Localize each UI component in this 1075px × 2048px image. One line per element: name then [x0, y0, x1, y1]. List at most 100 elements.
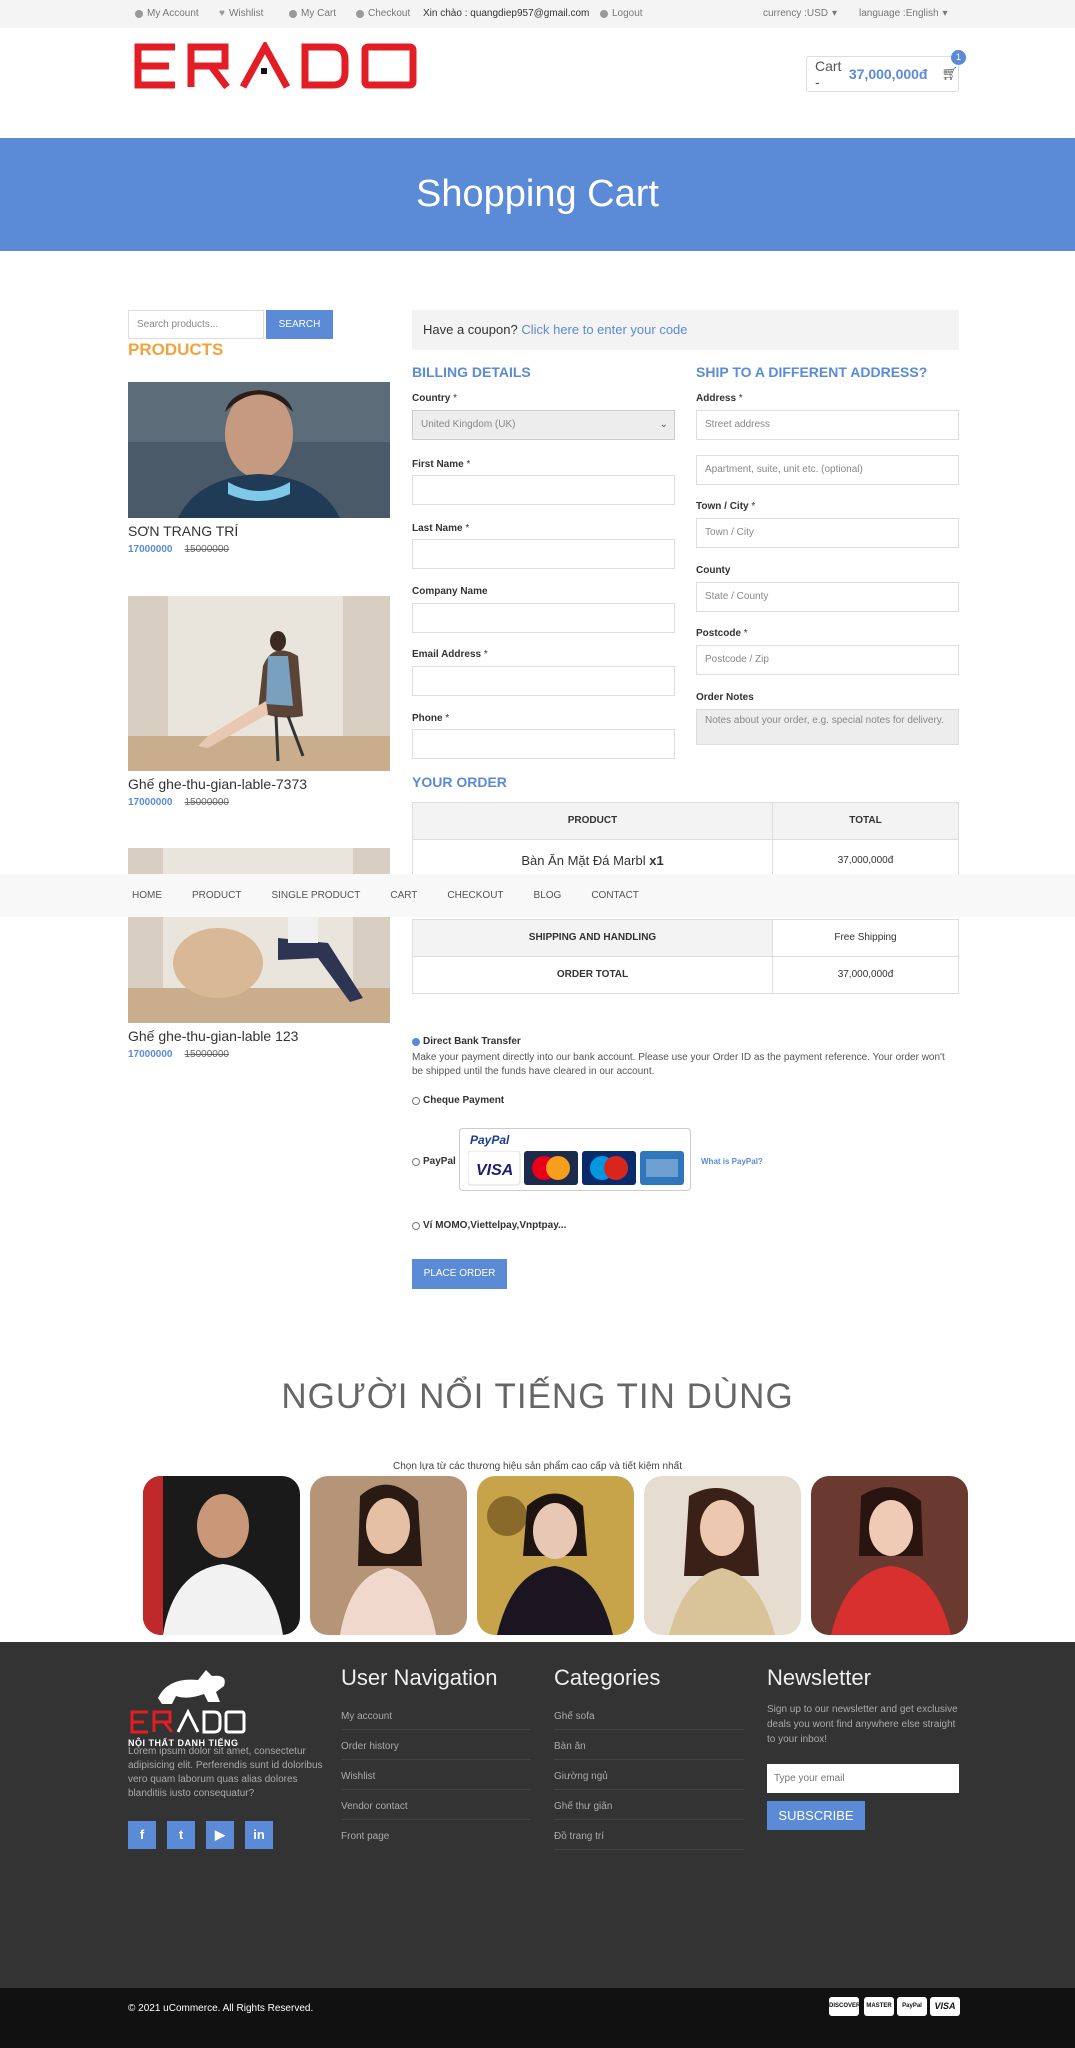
product-image[interactable]: [128, 382, 390, 518]
celebrity-photo[interactable]: [811, 1476, 968, 1635]
product-name[interactable]: Ghế ghe-thu-gian-lable-7373: [128, 776, 390, 792]
nav-product[interactable]: PRODUCT: [192, 890, 241, 901]
footer-nav-link[interactable]: Vendor contact: [341, 1801, 531, 1820]
payment-momo-option[interactable]: Ví MOMO,Viettelpay,Vnptpay...: [412, 1220, 566, 1231]
card-icons: VISA: [468, 1151, 684, 1186]
subscribe-button[interactable]: SUBSCRIBE: [767, 1801, 865, 1830]
street-address-input[interactable]: Street address: [696, 410, 959, 440]
celebrity-photo[interactable]: [477, 1476, 634, 1635]
linkedin-icon[interactable]: in: [245, 1821, 273, 1849]
user-icon: [135, 9, 143, 18]
paypal-logo: PayPal: [470, 1133, 510, 1147]
cart-count-badge: 1: [951, 50, 966, 65]
footer-logo[interactable]: [128, 1662, 246, 1742]
product-name[interactable]: Ghế ghe-thu-gian-lable 123: [128, 1028, 390, 1044]
order-total-label: ORDER TOTAL: [412, 956, 773, 994]
product-price: 17000000 15000000: [128, 544, 229, 555]
radio[interactable]: [412, 1096, 420, 1105]
footer-nav-link[interactable]: Wishlist: [341, 1771, 531, 1790]
svg-text:VISA: VISA: [476, 1162, 513, 1179]
coupon-link[interactable]: Click here to enter your code: [521, 322, 687, 337]
search-button[interactable]: SEARCH: [266, 310, 333, 339]
footer-nav-link[interactable]: Front page: [341, 1831, 531, 1849]
email-input[interactable]: [412, 666, 675, 696]
nav-checkout[interactable]: CHECKOUT: [447, 890, 503, 901]
visa-card-icon: VISA: [930, 1997, 960, 2016]
footer-category-link[interactable]: Ghế sofa: [554, 1711, 744, 1730]
newsletter-email-input[interactable]: Type your email: [767, 1764, 959, 1793]
footer-nav-link[interactable]: Order history: [341, 1741, 531, 1760]
billing-heading: BILLING DETAILS: [412, 364, 531, 380]
col-product: PRODUCT: [412, 802, 773, 840]
country-select[interactable]: United Kingdom (UK) ⌄: [412, 410, 675, 440]
footer-category-link[interactable]: Đồ trang trí: [554, 1831, 744, 1850]
first-name-label: First Name *: [412, 459, 471, 470]
copyright: © 2021 uCommerce. All Rights Reserved.: [128, 2003, 314, 2014]
product-price: 17000000 15000000: [128, 797, 229, 808]
footer-nav-link[interactable]: My account: [341, 1711, 531, 1730]
order-total-value: 37,000,000đ: [772, 956, 959, 994]
celebrity-photo[interactable]: [644, 1476, 801, 1635]
youtube-icon[interactable]: ▶: [206, 1821, 234, 1849]
payment-bank-option[interactable]: Direct Bank Transfer: [412, 1036, 521, 1047]
product-card[interactable]: Ghế ghe-thu-gian-lable-7373 17000000 1500…: [128, 596, 390, 808]
language-select[interactable]: language :English ▾: [859, 8, 948, 19]
footer: NỘI THẤT DANH TIẾNG: [0, 1642, 1075, 1988]
footer-category-link[interactable]: Ghế thư giãn: [554, 1801, 744, 1820]
radio[interactable]: [412, 1157, 420, 1166]
county-input[interactable]: State / County: [696, 582, 959, 612]
last-name-input[interactable]: [412, 539, 675, 569]
caret-down-icon: ▾: [942, 8, 948, 19]
nav-cart[interactable]: CART: [390, 890, 417, 901]
payment-cheque-option[interactable]: Cheque Payment: [412, 1095, 504, 1106]
paypal-acceptance-mark: PayPal VISA: [459, 1128, 691, 1191]
order-notes-textarea[interactable]: Notes about your order, e.g. special not…: [696, 709, 959, 745]
wishlist-link[interactable]: ♥ Wishlist: [219, 8, 263, 19]
what-is-paypal-link[interactable]: What is PayPal?: [701, 1157, 763, 1166]
place-order-button[interactable]: PLACE ORDER: [412, 1259, 507, 1289]
col-total: TOTAL: [772, 802, 959, 840]
apartment-input[interactable]: Apartment, suite, unit etc. (optional): [696, 455, 959, 485]
nav-single-product[interactable]: SINGLE PRODUCT: [271, 890, 360, 901]
my-account-link[interactable]: My Account: [135, 8, 199, 19]
nav-home[interactable]: HOME: [132, 890, 162, 901]
postcode-input[interactable]: Postcode / Zip: [696, 645, 959, 675]
nav-contact[interactable]: CONTACT: [591, 890, 639, 901]
checkout-link[interactable]: Checkout: [356, 8, 410, 19]
payment-paypal-option[interactable]: PayPal: [412, 1156, 456, 1167]
footer-category-link[interactable]: Bàn ăn: [554, 1741, 744, 1760]
phone-input[interactable]: [412, 729, 675, 759]
company-input[interactable]: [412, 603, 675, 633]
address-label: Address *: [696, 393, 743, 404]
order-notes-label: Order Notes: [696, 692, 754, 703]
logout-link[interactable]: Logout: [600, 8, 643, 19]
product-name[interactable]: SƠN TRANG TRÍ: [128, 523, 390, 539]
currency-select[interactable]: currency :USD ▾: [763, 8, 837, 19]
footer-category-link[interactable]: Giường ngủ: [554, 1771, 744, 1790]
bank-description: Make your payment directly into our bank…: [412, 1052, 945, 1077]
coupon-bar: Have a coupon? Click here to enter your …: [412, 310, 959, 350]
town-input[interactable]: Town / City: [696, 518, 959, 548]
celebrity-photo[interactable]: [310, 1476, 467, 1635]
product-card[interactable]: SƠN TRANG TRÍ 17000000 15000000: [128, 382, 390, 555]
twitter-icon[interactable]: t: [167, 1821, 195, 1849]
first-name-input[interactable]: [412, 475, 675, 505]
nav-blog[interactable]: BLOG: [534, 890, 562, 901]
shipping-value: Free Shipping: [772, 919, 959, 957]
facebook-icon[interactable]: f: [128, 1821, 156, 1849]
phone-label: Phone *: [412, 713, 450, 724]
search-input[interactable]: Search products...: [128, 310, 264, 339]
mastercard-icon: MASTER: [864, 1997, 894, 2016]
celebrity-photo[interactable]: [143, 1476, 300, 1635]
county-label: County: [696, 565, 731, 576]
company-label: Company Name: [412, 586, 488, 597]
radio-selected[interactable]: [412, 1037, 420, 1046]
erado-logo[interactable]: [133, 42, 418, 90]
famous-heading: NGƯỜI NỔI TIẾNG TIN DÙNG: [281, 1377, 794, 1416]
radio[interactable]: [412, 1221, 420, 1230]
my-cart-link[interactable]: My Cart: [289, 8, 336, 19]
order-item: Bàn Ăn Mặt Đá Marbl x1: [412, 839, 773, 875]
product-image[interactable]: [128, 596, 390, 771]
postcode-label: Postcode *: [696, 628, 748, 639]
cart-summary[interactable]: Cart - 37,000,000đ 🛒︎: [806, 56, 959, 92]
